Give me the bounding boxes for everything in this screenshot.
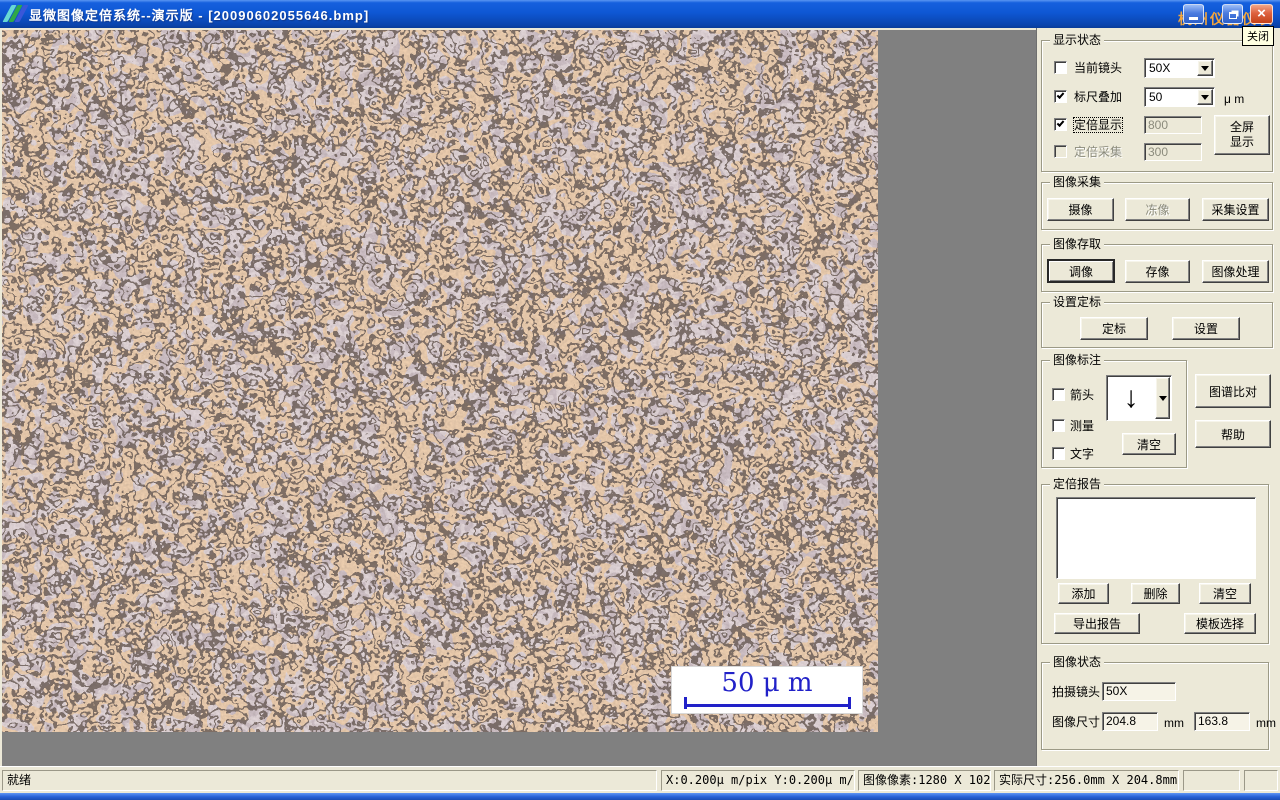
dropdown-arrow-icon[interactable] [1197,89,1213,105]
group-report-title: 定倍报告 [1050,477,1105,491]
scale-bar-overlay: 50 μ m [672,667,862,713]
triangle-down-icon [1201,94,1209,104]
label-current-lens: 当前镜头 [1074,61,1123,75]
label-text: 文字 [1070,447,1095,461]
report-clear-button[interactable]: 清空 [1199,583,1251,604]
app-icon [2,5,29,23]
check-icon [1056,119,1065,127]
control-panel: 显示状态 当前镜头 50X 标尺叠加 50 μ m 定倍显示 800 定倍采集 … [1036,28,1280,766]
group-image-status: 图像状态 拍摄镜头 50X 图像尺寸 204.8 mm 163.8 mm [1041,655,1276,750]
image-width-field: 204.8 [1102,712,1158,731]
load-image-button[interactable]: 调像 [1047,259,1115,283]
scale-bar-line [684,697,851,709]
title-bar[interactable]: 显微图像定倍系统--演示版 - [20090602055646.bmp] 杭州仪… [0,0,1280,28]
group-image-status-title: 图像状态 [1050,655,1105,669]
dropdown-arrow-icon[interactable] [1155,377,1170,419]
checkbox-measure[interactable] [1052,419,1065,432]
status-empty-panel-2 [1244,770,1278,791]
checkbox-text[interactable] [1052,447,1065,460]
minimize-icon [1189,17,1198,20]
arrow-annotation-icon: ↓ [1123,381,1139,414]
fixed-capture-input: 300 [1144,143,1202,161]
calibration-settings-button[interactable]: 设置 [1172,317,1240,340]
atlas-compare-button[interactable]: 图谱比对 [1195,374,1271,408]
label-arrow: 箭头 [1070,388,1095,402]
image-height-unit: mm [1256,716,1276,730]
triangle-down-icon [1158,395,1167,405]
save-image-button[interactable]: 存像 [1125,260,1190,283]
fixed-display-input: 800 [1144,116,1202,134]
checkbox-ruler-overlay[interactable] [1054,90,1067,103]
group-calibration-title: 设置定标 [1050,295,1105,309]
fullscreen-display-button[interactable]: 全屏 显示 [1214,115,1270,155]
close-button[interactable]: × [1250,4,1273,24]
status-actual-size: 实际尺寸:256.0mm X 204.8mm [994,770,1179,791]
group-image-storage: 图像存取 调像 存像 图像处理 [1041,237,1273,292]
shoot-lens-field: 50X [1102,682,1176,701]
status-resolution: X:0.200μ m/pix Y:0.200μ m/pix [661,770,855,791]
group-image-capture-title: 图像采集 [1050,175,1105,189]
report-delete-button[interactable]: 删除 [1131,583,1180,604]
fullscreen-button-line1: 全屏 [1229,120,1254,134]
triangle-down-icon [1201,65,1209,75]
export-report-button[interactable]: 导出报告 [1054,613,1140,634]
micrograph-image [2,30,878,732]
status-image-pixels: 图像像素:1280 X 1024 [858,770,991,791]
status-bar: 就绪 X:0.200μ m/pix Y:0.200μ m/pix 图像像素:12… [0,766,1280,793]
close-tooltip: 关闭 [1242,26,1274,46]
report-add-button[interactable]: 添加 [1058,583,1109,604]
group-annotation: 图像标注 箭头 测量 文字 ↓ 清空 [1041,353,1187,468]
image-width-unit: mm [1164,716,1184,730]
window-bottom-border [0,793,1280,800]
group-annotation-title: 图像标注 [1050,353,1105,367]
group-display-status: 显示状态 当前镜头 50X 标尺叠加 50 μ m 定倍显示 800 定倍采集 … [1041,33,1273,172]
report-listbox[interactable] [1056,497,1256,579]
annotation-clear-button[interactable]: 清空 [1122,433,1176,455]
status-empty-panel-1 [1183,770,1240,791]
group-display-status-title: 显示状态 [1050,33,1105,47]
micrograph-viewer[interactable]: 50 μ m [2,30,878,732]
shoot-button[interactable]: 摄像 [1047,198,1114,221]
close-icon: × [1257,5,1266,22]
capture-settings-button[interactable]: 采集设置 [1202,198,1269,221]
label-image-size: 图像尺寸 [1052,715,1101,729]
template-select-button[interactable]: 模板选择 [1184,613,1256,634]
fullscreen-button-line2: 显示 [1229,135,1254,149]
arrow-style-dropdown[interactable]: ↓ [1106,375,1172,421]
freeze-button: 冻像 [1125,198,1190,221]
scale-bar-label: 50 μ m [721,668,813,698]
current-lens-dropdown[interactable]: 50X [1144,58,1215,78]
image-height-field: 163.8 [1194,712,1250,731]
label-fixed-display: 定倍显示 [1072,117,1124,133]
group-report: 定倍报告 添加 删除 清空 导出报告 模板选择 [1041,477,1269,644]
restore-icon [1228,11,1237,19]
label-shoot-lens: 拍摄镜头 [1052,685,1101,699]
workspace-background: 50 μ m [0,28,1036,766]
status-ready: 就绪 [2,770,657,791]
ruler-size-value: 50 [1149,90,1163,104]
checkbox-current-lens[interactable] [1054,61,1067,74]
restore-button[interactable] [1222,4,1243,24]
current-lens-value: 50X [1149,61,1171,75]
window-title: 显微图像定倍系统--演示版 - [20090602055646.bmp] [29,7,370,23]
ruler-size-dropdown[interactable]: 50 [1144,87,1215,107]
image-process-button[interactable]: 图像处理 [1202,260,1269,283]
application-window: 显微图像定倍系统--演示版 - [20090602055646.bmp] 杭州仪… [0,0,1280,800]
label-fixed-capture: 定倍采集 [1074,145,1123,159]
group-calibration: 设置定标 定标 设置 [1041,295,1273,348]
ruler-unit-label: μ m [1224,92,1245,106]
group-image-storage-title: 图像存取 [1050,237,1105,251]
label-ruler-overlay: 标尺叠加 [1074,90,1123,104]
help-button[interactable]: 帮助 [1195,420,1271,448]
group-image-capture: 图像采集 摄像 冻像 采集设置 [1041,175,1273,230]
checkbox-fixed-display[interactable] [1054,118,1067,131]
label-measure: 测量 [1070,419,1095,433]
checkbox-fixed-capture [1054,145,1067,158]
dropdown-arrow-icon[interactable] [1197,60,1213,76]
check-icon [1056,91,1065,99]
minimize-button[interactable] [1183,4,1204,24]
calibrate-button[interactable]: 定标 [1080,317,1148,340]
checkbox-arrow[interactable] [1052,388,1065,401]
